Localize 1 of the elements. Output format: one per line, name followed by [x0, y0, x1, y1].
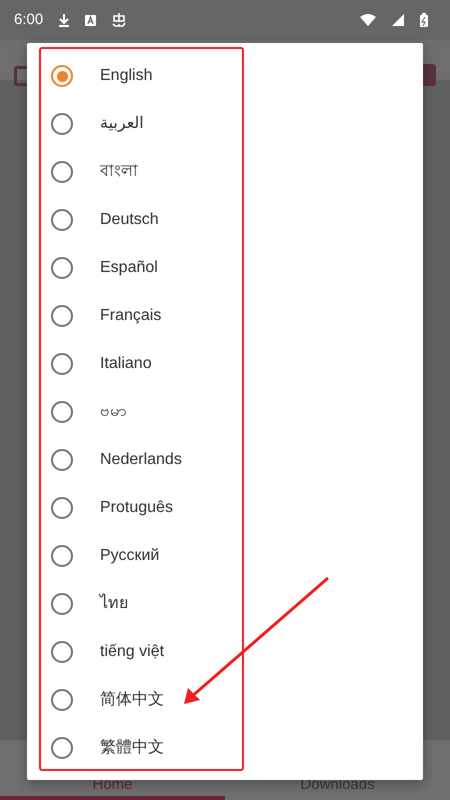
clock-time: 6:00 — [14, 10, 44, 30]
